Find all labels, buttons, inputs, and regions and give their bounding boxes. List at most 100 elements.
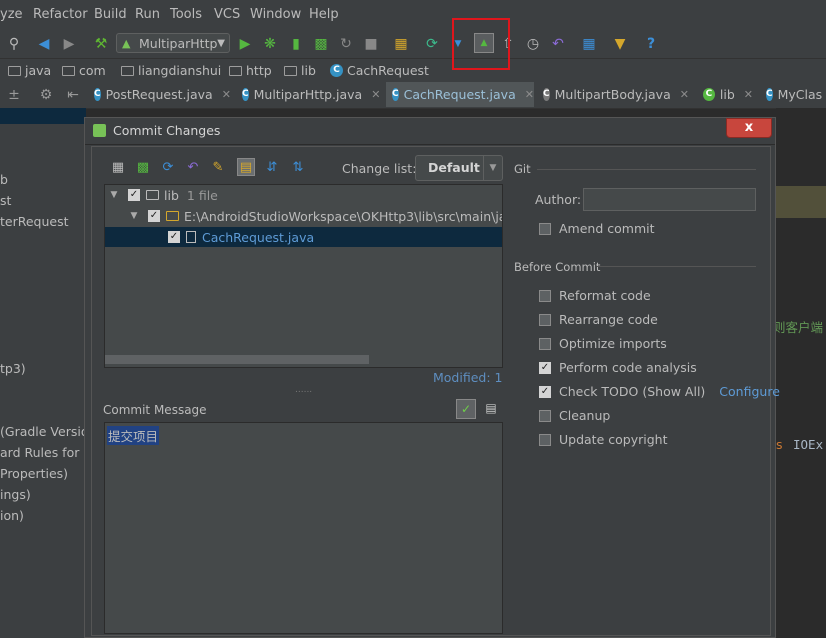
option-update-copyright[interactable]: Update copyright [539, 432, 667, 447]
split-icon[interactable]: ± [5, 86, 23, 104]
breadcrumb-java[interactable]: java [8, 63, 51, 78]
tree-row-path[interactable]: ▼ ✓ E:\AndroidStudioWorkspace\OKHttp3\li… [105, 206, 502, 226]
menu-refactor[interactable]: Refactor [33, 7, 88, 22]
gear-icon[interactable]: ⚙ [37, 86, 55, 104]
option-perform-code-analysis[interactable]: ✓ Perform code analysis [539, 360, 697, 375]
refresh-icon[interactable]: ⟳ [159, 158, 177, 176]
menu-vcs[interactable]: VCS [214, 7, 240, 22]
edit-icon[interactable]: ✎ [209, 158, 227, 176]
project-item[interactable]: b [0, 172, 8, 187]
project-item[interactable]: tp3) [0, 361, 26, 376]
breadcrumb-http[interactable]: http [229, 63, 272, 78]
tab-multiparhttp[interactable]: C MultiparHttp.java ✕ [236, 82, 384, 107]
checkbox[interactable] [539, 409, 551, 422]
tree-row-lib[interactable]: ▼ ✓ lib 1 file [105, 185, 502, 205]
forward-icon[interactable]: ▶ [60, 35, 78, 53]
project-item[interactable]: Properties) [0, 466, 68, 481]
code-editor[interactable]: 则客户端 s IOEx [773, 108, 826, 638]
project-item[interactable]: st [0, 193, 11, 208]
tab-postrequest[interactable]: C PostRequest.java ✕ [88, 82, 236, 107]
commit-message-input[interactable]: 提交项目 [104, 422, 503, 634]
rollback-icon[interactable]: ↶ [184, 158, 202, 176]
tree-row-file[interactable]: ✓ CachRequest.java [105, 227, 502, 247]
run-icon[interactable]: ▶ [236, 35, 254, 53]
sdk-icon[interactable]: ▦ [392, 35, 410, 53]
amend-commit-option[interactable]: Amend commit [539, 221, 655, 236]
debug-icon[interactable]: ❋ [261, 35, 279, 53]
checkbox[interactable] [539, 337, 551, 350]
author-input[interactable] [583, 188, 756, 211]
breadcrumb-lib[interactable]: lib [284, 63, 316, 78]
option-optimize-imports[interactable]: Optimize imports [539, 336, 667, 351]
checkbox[interactable] [539, 313, 551, 326]
horizontal-scrollbar[interactable] [105, 355, 369, 364]
profile-icon[interactable]: ▩ [312, 35, 330, 53]
close-icon[interactable]: ✕ [525, 88, 534, 101]
close-icon[interactable]: ✕ [744, 88, 753, 101]
spellcheck-icon[interactable]: ✓ [456, 399, 476, 419]
history-icon[interactable]: ◷ [524, 35, 542, 53]
find-icon[interactable]: ⚲ [5, 35, 23, 53]
option-cleanup[interactable]: Cleanup [539, 408, 610, 423]
option-rearrange-code[interactable]: Rearrange code [539, 312, 658, 327]
checkbox[interactable]: ✓ [539, 385, 551, 398]
option-check-todo[interactable]: ✓ Check TODO (Show All) Configure [539, 384, 780, 399]
close-icon[interactable]: ✕ [222, 88, 231, 101]
tab-cachrequest[interactable]: C CachRequest.java ✕ [386, 82, 534, 107]
move-icon[interactable]: ▩ [134, 158, 152, 176]
message-history-icon[interactable]: ▤ [483, 400, 499, 416]
menu-window[interactable]: Window [250, 7, 301, 22]
menu-build[interactable]: Build [94, 7, 127, 22]
checkbox[interactable]: ✓ [168, 231, 180, 243]
folder-icon [62, 65, 75, 76]
menu-run[interactable]: Run [135, 7, 160, 22]
attach-icon[interactable]: ↻ [337, 35, 355, 53]
sync-icon[interactable]: ⟳ [423, 35, 441, 53]
expand-icon[interactable]: ▼ [128, 211, 140, 221]
build-icon[interactable]: ⚒ [92, 35, 110, 53]
close-button[interactable]: x [726, 118, 772, 138]
project-item[interactable]: ings) [0, 487, 31, 502]
diff-icon[interactable]: ▦ [109, 158, 127, 176]
collapse-all-icon[interactable]: ⇅ [289, 158, 307, 176]
expand-icon[interactable]: ▼ [108, 190, 120, 200]
menu-tools[interactable]: Tools [170, 7, 202, 22]
project-item[interactable]: ion) [0, 508, 24, 523]
splitter-handle[interactable]: ...... [295, 385, 312, 395]
help-icon[interactable]: ? [642, 35, 660, 53]
checkbox[interactable]: ✓ [148, 210, 160, 222]
changes-tree[interactable]: ▼ ✓ lib 1 file ▼ ✓ E:\AndroidStudioWorks… [104, 184, 503, 368]
menu-help[interactable]: Help [309, 7, 339, 22]
breadcrumb-com[interactable]: com [62, 63, 106, 78]
breadcrumb-liangdianshui[interactable]: liangdianshui [121, 63, 221, 78]
structure-icon[interactable]: ▦ [580, 35, 598, 53]
folder-icon [121, 65, 134, 76]
tab-myclass[interactable]: C MyClas [760, 82, 826, 107]
project-item[interactable]: (Gradle Versio [0, 424, 88, 439]
checkbox[interactable] [539, 289, 551, 302]
revert-icon[interactable]: ↶ [549, 35, 567, 53]
device-icon[interactable]: ▼ [611, 35, 629, 53]
project-item[interactable]: ard Rules for a [0, 445, 91, 460]
project-item[interactable]: terRequest [0, 214, 69, 229]
checkbox[interactable]: ✓ [539, 361, 551, 374]
menu-analyze[interactable]: yze [0, 7, 23, 22]
close-icon[interactable]: ✕ [680, 88, 689, 101]
tab-multipartbody[interactable]: C MultipartBody.java ✕ [537, 82, 693, 107]
stop-icon[interactable]: ■ [362, 35, 380, 53]
checkbox[interactable]: ✓ [128, 189, 140, 201]
breadcrumb-cachrequest[interactable]: C CachRequest [330, 63, 429, 78]
expand-all-icon[interactable]: ⇵ [263, 158, 281, 176]
tab-lib[interactable]: Clib ✕ [697, 82, 759, 107]
configure-link[interactable]: Configure [719, 384, 780, 399]
changelist-select[interactable]: Default ▼ [415, 155, 503, 181]
group-by-directory-icon[interactable]: ▤ [237, 158, 255, 176]
coverage-icon[interactable]: ▮ [287, 35, 305, 53]
checkbox[interactable] [539, 222, 551, 235]
checkbox[interactable] [539, 433, 551, 446]
collapse-icon[interactable]: ⇤ [64, 86, 82, 104]
option-reformat-code[interactable]: Reformat code [539, 288, 651, 303]
back-icon[interactable]: ◀ [35, 35, 53, 53]
close-icon[interactable]: ✕ [371, 88, 380, 101]
run-config-select[interactable]: ▲ MultiparHttp ▼ [116, 33, 230, 53]
